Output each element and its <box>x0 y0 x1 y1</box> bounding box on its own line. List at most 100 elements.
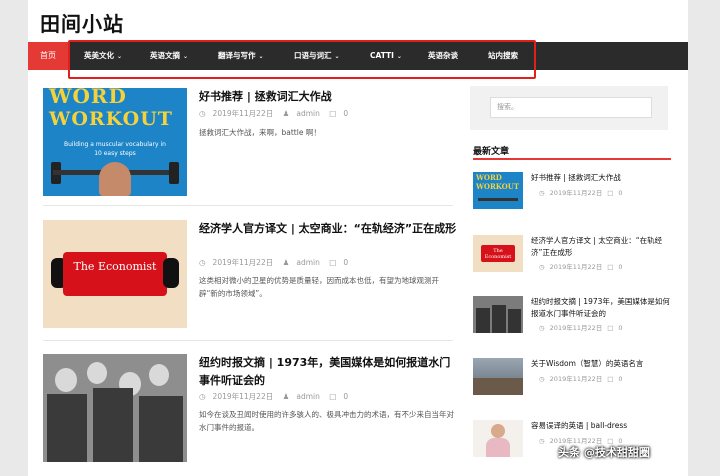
post-thumbnail[interactable]: WORD WORKOUT Building a muscular vocabul… <box>43 88 187 196</box>
nav-item-talk[interactable]: 英语杂谈 <box>428 42 458 70</box>
site-title[interactable]: 田间小站 <box>40 8 124 37</box>
recent-post-comments[interactable]: 0 <box>618 263 622 271</box>
nav-item-search[interactable]: 站内搜索 <box>488 42 518 70</box>
post-comments[interactable]: 0 <box>343 392 348 401</box>
nav-item-speaking[interactable]: 口语与词汇 ⌄ <box>294 42 340 70</box>
post-date: 2019年11月22日 <box>212 109 274 118</box>
recent-post-comments[interactable]: 0 <box>618 324 622 332</box>
recent-post-date: 2019年11月22日 <box>549 324 603 332</box>
chevron-down-icon: ⌄ <box>117 53 123 60</box>
recent-post-title[interactable]: 经济学人官方译文 | 太空商业：“在轨经济”正在成形 <box>531 235 671 259</box>
post-author[interactable]: admin <box>296 258 320 267</box>
post-meta: ◷ 2019年11月22日 ♟ admin □ 0 <box>199 391 355 402</box>
clock-icon: ◷ <box>199 258 206 267</box>
photo-figure <box>87 362 107 384</box>
post-meta: ◷ 2019年11月22日 ♟ admin □ 0 <box>199 257 355 268</box>
thumb-line: WORD <box>476 173 502 182</box>
post-thumbnail[interactable] <box>43 354 187 462</box>
photo-figure <box>491 424 505 438</box>
nav-label: CATTI <box>370 51 394 60</box>
post-title[interactable]: 好书推荐 | 拯救词汇大作战 <box>199 88 459 106</box>
recent-post-thumb[interactable] <box>473 358 523 395</box>
nav-label: 英语文摘 <box>150 51 180 60</box>
recent-post-item[interactable]: 关于Wisdom（智慧）的英语名言 ◷ 2019年11月22日 □ 0 <box>473 358 673 398</box>
post-meta: ◷ 2019年11月22日 ♟ admin □ 0 <box>199 108 355 119</box>
clock-icon: ◷ <box>199 392 206 401</box>
nav-label: 翻译与写作 <box>218 51 256 60</box>
recent-post-meta: ◷ 2019年11月22日 □ 0 <box>539 261 628 271</box>
weight-plate <box>169 162 179 184</box>
photo-figure <box>486 438 510 457</box>
nav-label: 英语杂谈 <box>428 51 458 60</box>
recent-post-thumb[interactable]: The Economist <box>473 235 523 272</box>
clock-icon: ◷ <box>539 324 545 332</box>
divider <box>43 205 453 206</box>
recent-post-thumb[interactable] <box>473 420 523 457</box>
photo-landscape <box>473 378 523 395</box>
thumb-text: WORKOUT <box>49 108 173 130</box>
post-comments[interactable]: 0 <box>343 258 348 267</box>
logo-banner <box>63 252 167 296</box>
thumb-line: WORKOUT <box>476 182 520 191</box>
recent-post-date: 2019年11月22日 <box>549 375 603 383</box>
post-title[interactable]: 经济学人官方译文 | 太空商业：“在轨经济”正在成形 <box>199 220 459 238</box>
nav-item-digest[interactable]: 英语文摘 ⌄ <box>150 42 188 70</box>
barbell <box>478 198 518 201</box>
post-comments[interactable]: 0 <box>343 109 348 118</box>
divider <box>43 340 453 341</box>
recent-post-thumb[interactable] <box>473 296 523 333</box>
recent-post-title[interactable]: 容易误译的英语 | ball-dress <box>531 420 671 432</box>
user-icon: ♟ <box>282 392 290 401</box>
post-author[interactable]: admin <box>296 392 320 401</box>
post-date: 2019年11月22日 <box>212 258 274 267</box>
sidebar-search: 搜索。 <box>470 86 668 130</box>
chevron-down-icon: ⌄ <box>334 53 340 60</box>
main-nav: 首页 英美文化 ⌄ 英语文摘 ⌄ 翻译与写作 ⌄ 口语与词汇 ⌄ CATTI ⌄ 英语杂谈… <box>28 42 688 70</box>
user-icon: ♟ <box>282 258 290 267</box>
clock-icon: ◷ <box>539 189 545 197</box>
recent-post-comments[interactable]: 0 <box>618 189 622 197</box>
chevron-down-icon: ⌄ <box>396 53 402 60</box>
watermark: 头条 @技术甜甜圈 <box>558 446 650 459</box>
recent-post-item[interactable]: The Economist 经济学人官方译文 | 太空商业：“在轨经济”正在成形… <box>473 235 673 275</box>
nav-item-home[interactable]: 首页 <box>28 42 68 70</box>
nav-item-translation[interactable]: 翻译与写作 ⌄ <box>218 42 264 70</box>
photo-figure <box>476 308 490 333</box>
recent-post-meta: ◷ 2019年11月22日 □ 0 <box>539 322 628 332</box>
nav-item-catti[interactable]: CATTI ⌄ <box>370 42 402 70</box>
nav-item-culture[interactable]: 英美文化 ⌄ <box>84 42 122 70</box>
photo-figure <box>139 396 183 462</box>
user-icon: ♟ <box>282 109 290 118</box>
thumb-text: The Economist <box>73 260 157 273</box>
recent-post-title[interactable]: 纽约时报文摘 | 1973年，美国媒体是如何报道水门事件听证会的 <box>531 296 671 320</box>
thumb-text: WORD WORKOUT <box>476 173 519 191</box>
chevron-down-icon: ⌄ <box>183 53 189 60</box>
search-input[interactable]: 搜索。 <box>490 97 652 118</box>
weightlifter <box>99 162 131 196</box>
post-item: 纽约时报文摘 | 1973年，美国媒体是如何报道水门事件听证会的 ◷ 2019年1… <box>43 354 454 464</box>
heading-underline <box>473 158 671 160</box>
recent-post-meta: ◷ 2019年11月22日 □ 0 <box>539 187 628 197</box>
recent-post-comments[interactable]: 0 <box>618 375 622 383</box>
recent-post-meta: ◷ 2019年11月22日 □ 0 <box>539 373 628 383</box>
post-item: WORD WORKOUT Building a muscular vocabul… <box>43 88 453 198</box>
post-title[interactable]: 纽约时报文摘 | 1973年，美国媒体是如何报道水门事件听证会的 <box>199 354 459 390</box>
photo-figure <box>55 368 77 392</box>
comment-icon: □ <box>607 189 614 197</box>
post-excerpt: 如今在谈及丑闻时使用的许多骇人的、极具冲击力的术语，有不少来自当年对水门事件的报… <box>199 410 454 432</box>
chevron-down-icon: ⌄ <box>258 53 264 60</box>
comment-icon: □ <box>607 375 614 383</box>
recent-post-title[interactable]: 好书推荐 | 拯救词汇大作战 <box>531 172 671 184</box>
post-thumbnail[interactable]: The Economist <box>43 220 187 328</box>
comment-icon: □ <box>329 109 337 118</box>
photo-figure <box>508 309 521 333</box>
recent-post-thumb[interactable]: WORD WORKOUT <box>473 172 523 209</box>
comment-icon: □ <box>607 263 614 271</box>
photo-figure <box>492 305 506 333</box>
recent-post-item[interactable]: 纽约时报文摘 | 1973年，美国媒体是如何报道水门事件听证会的 ◷ 2019年1… <box>473 296 673 336</box>
recent-post-item[interactable]: WORD WORKOUT 好书推荐 | 拯救词汇大作战 ◷ 2019年11月22日 □… <box>473 172 673 212</box>
recent-post-title[interactable]: 关于Wisdom（智慧）的英语名言 <box>531 358 671 370</box>
comment-icon: □ <box>607 324 614 332</box>
clock-icon: ◷ <box>199 109 206 118</box>
post-author[interactable]: admin <box>296 109 320 118</box>
